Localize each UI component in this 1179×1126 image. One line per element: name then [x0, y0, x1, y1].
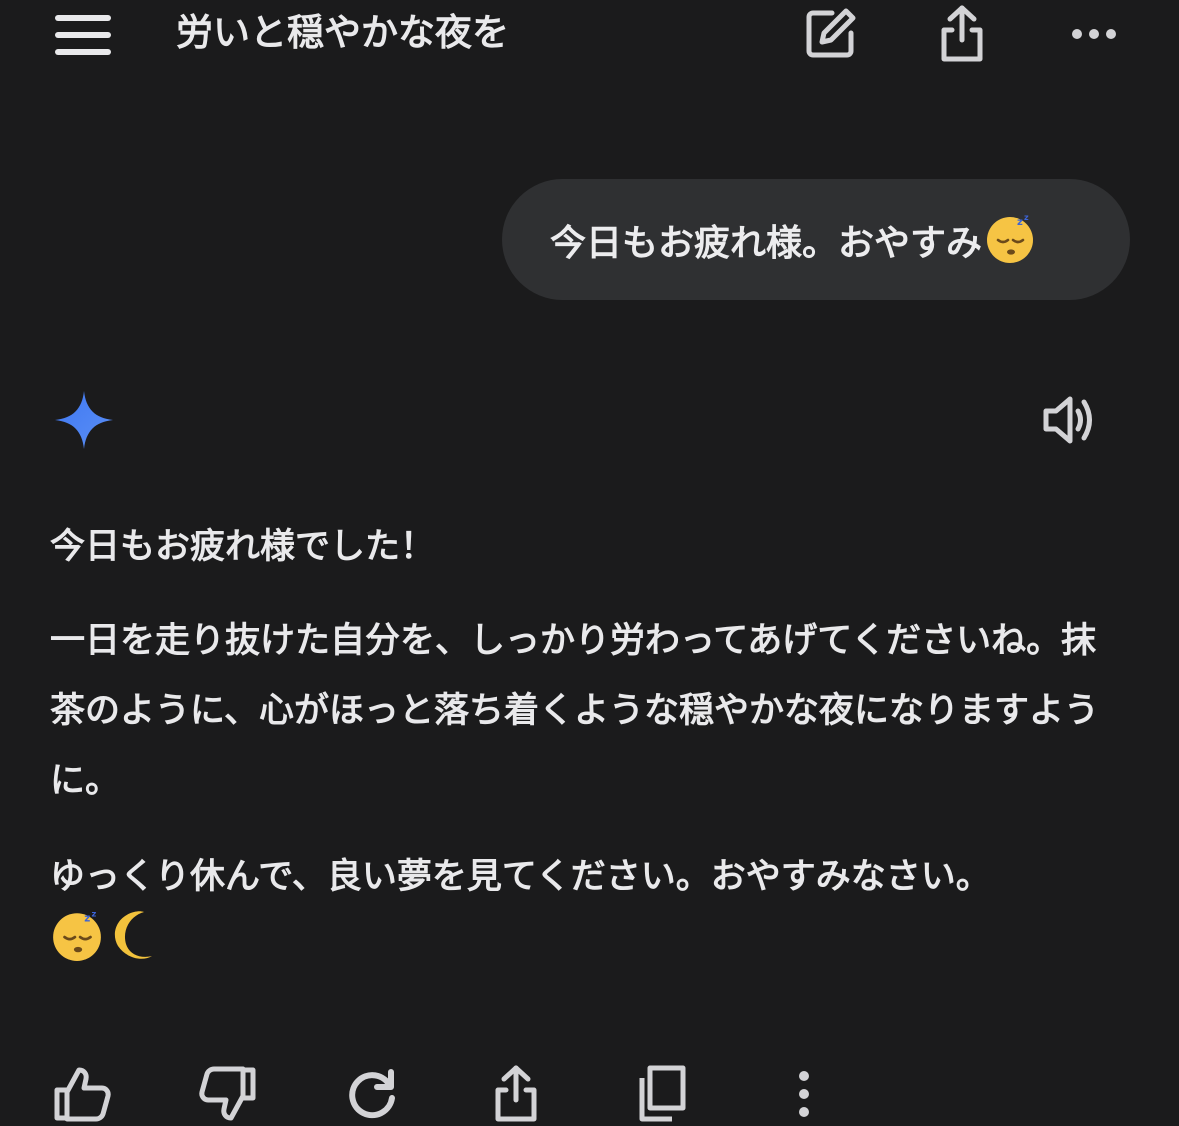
chat-title: 労いと穏やかな夜を: [176, 11, 509, 54]
svg-text:z: z: [1024, 213, 1029, 222]
thumbs-up-icon[interactable]: [50, 1062, 114, 1126]
response-paragraph: 今日もお疲れ様でした！: [50, 527, 436, 567]
share-icon[interactable]: [930, 2, 994, 66]
hamburger-menu-icon[interactable]: [50, 6, 116, 64]
share-icon[interactable]: [484, 1062, 548, 1126]
sleeping-face-emoji: z z: [984, 212, 1036, 268]
thumbs-down-icon[interactable]: [196, 1062, 260, 1126]
crescent-moon-emoji: [108, 908, 162, 966]
copy-icon[interactable]: [628, 1062, 692, 1126]
svg-text:z: z: [84, 913, 90, 925]
gemini-sparkle-icon: [52, 388, 116, 452]
more-vertical-icon[interactable]: [772, 1062, 836, 1126]
user-message-text: 今日もお疲れ様。おやすみ: [550, 222, 983, 264]
svg-text:z: z: [92, 908, 97, 918]
response-body: 今日もお疲れ様でした！ 一日を走り抜けた自分を、しっかり労わってあげてくださいね…: [50, 512, 1130, 966]
speaker-icon[interactable]: [1038, 388, 1104, 452]
response-action-bar: [0, 1056, 1179, 1126]
sleeping-face-emoji: z z: [50, 908, 104, 966]
user-message-bubble: 今日もお疲れ様。おやすみ z z: [502, 179, 1130, 300]
svg-text:z: z: [1017, 217, 1023, 228]
trailing-emojis: z z: [50, 908, 1130, 966]
edit-icon[interactable]: [798, 2, 862, 66]
more-horizontal-icon[interactable]: [1062, 6, 1126, 62]
top-bar: 労いと穏やかな夜を: [0, 0, 1179, 80]
regenerate-icon[interactable]: [340, 1062, 404, 1126]
response-paragraph: 一日を走り抜けた自分を、しっかり労わってあげてくださいね。抹茶のように、心がほっ…: [50, 621, 1099, 801]
response-paragraph: ゆっくり休んで、良い夢を見てください。おやすみなさい。: [50, 857, 991, 897]
